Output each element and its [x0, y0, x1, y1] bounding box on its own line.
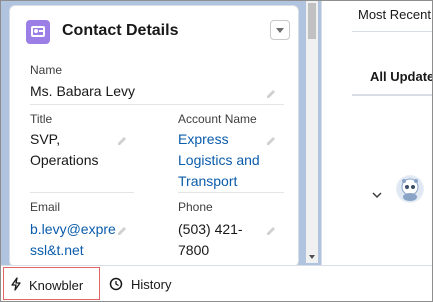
email-link-line2[interactable]: ssl&t.net — [30, 240, 84, 261]
title-label: Title — [30, 112, 53, 126]
card-header: Contact Details — [10, 6, 298, 54]
activity-feed-panel: Most Recent A All Update — [321, 1, 432, 265]
divider — [178, 192, 284, 193]
edit-name-pencil-icon[interactable] — [266, 86, 276, 98]
name-label: Name — [30, 63, 63, 77]
account-name-label: Account Name — [178, 112, 257, 126]
title-value-line2: Operations — [30, 152, 99, 168]
lightning-icon — [9, 277, 23, 291]
knowbler-tab-label: Knowbler — [29, 278, 84, 293]
phone-value-line2: 7800 — [178, 242, 210, 258]
divider — [30, 192, 134, 193]
email-label: Email — [30, 200, 61, 214]
feed-sort-label[interactable]: Most Recent A — [358, 7, 432, 22]
edit-title-pencil-icon[interactable] — [117, 133, 127, 145]
scroll-down-arrow-icon[interactable] — [309, 255, 315, 259]
tab-all-updates[interactable]: All Update — [370, 69, 432, 84]
clock-icon — [109, 277, 123, 291]
account-name-link-line3[interactable]: Transport — [178, 171, 237, 192]
contact-details-card: Contact Details Name Ms. Babara Levy Tit… — [9, 5, 299, 267]
edit-email-pencil-icon[interactable] — [117, 223, 127, 235]
astro-avatar-icon — [396, 175, 424, 203]
knowbler-tab[interactable]: Knowbler — [3, 267, 100, 300]
account-name-link-line1[interactable]: Express — [178, 129, 229, 150]
card-menu-dropdown-button[interactable] — [270, 20, 290, 40]
title-value-line1: SVP, — [30, 131, 61, 147]
account-name-link-line2[interactable]: Logistics and — [178, 150, 260, 171]
divider — [30, 104, 284, 105]
tab-underline — [352, 94, 432, 96]
name-value: Ms. Babara Levy — [30, 83, 136, 99]
contact-card-icon — [26, 20, 50, 44]
card-scrollbar[interactable] — [306, 1, 318, 263]
phone-value-line1: (503) 421- — [178, 221, 243, 237]
email-link-line1[interactable]: b.levy@expre — [30, 219, 116, 240]
divider — [352, 31, 432, 32]
card-title: Contact Details — [62, 22, 179, 39]
edit-account-pencil-icon[interactable] — [266, 133, 276, 145]
history-tab-label[interactable]: History — [131, 277, 171, 292]
phone-label: Phone — [178, 200, 213, 214]
chevron-down-icon[interactable] — [372, 187, 382, 199]
scrollbar-thumb[interactable] — [308, 3, 316, 39]
app-frame: Contact Details Name Ms. Babara Levy Tit… — [0, 0, 433, 302]
edit-phone-pencil-icon[interactable] — [266, 223, 276, 235]
utility-bar: Knowbler History — [1, 265, 432, 301]
